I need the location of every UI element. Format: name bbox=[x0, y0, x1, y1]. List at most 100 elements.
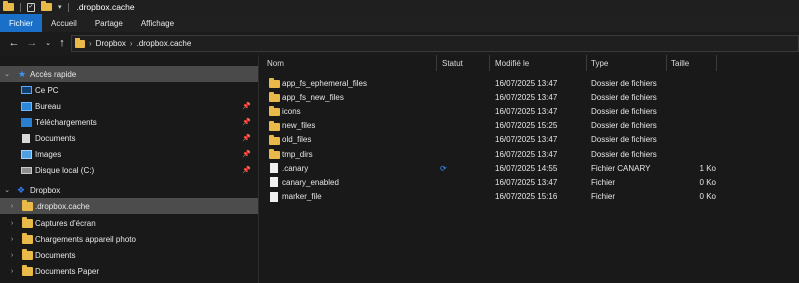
file-row[interactable]: app_fs_ephemeral_files 16/07/2025 13:47 Do… bbox=[259, 76, 799, 90]
file-modified: 16/07/2025 13:47 bbox=[495, 92, 558, 102]
folder-icon bbox=[269, 120, 280, 131]
pin-icon[interactable]: 📌 bbox=[242, 150, 251, 158]
file-type: Dossier de fichiers bbox=[591, 149, 657, 159]
breadcrumb-dropbox-cache[interactable]: .dropbox.cache bbox=[137, 39, 192, 48]
folder-icon bbox=[22, 233, 33, 244]
chevron-right-icon[interactable]: › bbox=[8, 252, 16, 259]
properties-icon[interactable]: ✓ bbox=[27, 2, 35, 12]
nav-label: Documents bbox=[35, 133, 76, 143]
column-divider[interactable] bbox=[436, 55, 437, 71]
nav-item-chargements[interactable]: › Chargements appareil photo bbox=[0, 231, 258, 247]
folder-icon bbox=[22, 217, 33, 228]
new-folder-icon[interactable] bbox=[41, 1, 52, 11]
nav-quick-access[interactable]: ⌄ ★ Accès rapide bbox=[0, 66, 258, 82]
chevron-right-icon[interactable]: › bbox=[8, 236, 16, 243]
title-bar: ✓ ▾ .dropbox.cache bbox=[0, 0, 799, 14]
nav-item-dropbox-cache[interactable]: › .dropbox.cache bbox=[0, 198, 258, 214]
folder-icon bbox=[22, 249, 33, 260]
column-type[interactable]: Type bbox=[591, 55, 608, 71]
file-row[interactable]: marker_file 16/07/2025 15:16 Fichier 0 Ko bbox=[259, 190, 799, 204]
column-name[interactable]: Nom bbox=[267, 55, 284, 71]
file-row[interactable]: .canary ⟳ 16/07/2025 14:55 Fichier CANARY 1 … bbox=[259, 161, 799, 175]
download-icon bbox=[21, 117, 32, 127]
column-modified[interactable]: Modifié le bbox=[495, 55, 529, 71]
back-arrow-icon[interactable]: ← bbox=[6, 35, 22, 51]
forward-arrow-icon[interactable]: → bbox=[24, 35, 40, 51]
column-size[interactable]: Taille bbox=[671, 55, 689, 71]
nav-item-captures[interactable]: › Captures d'écran bbox=[0, 215, 258, 231]
tab-partage[interactable]: Partage bbox=[86, 14, 132, 32]
nav-label: Documents Paper bbox=[35, 266, 100, 276]
chevron-down-icon[interactable]: ⌄ bbox=[3, 186, 11, 194]
nav-item-bureau[interactable]: Bureau 📌 bbox=[0, 98, 258, 114]
file-name: app_fs_new_files bbox=[282, 92, 344, 102]
tab-fichier[interactable]: Fichier bbox=[0, 14, 43, 32]
folder-icon bbox=[269, 106, 280, 117]
file-name: canary_enabled bbox=[282, 177, 339, 187]
nav-item-documents[interactable]: Documents 📌 bbox=[0, 130, 258, 146]
chevron-down-icon[interactable]: ⌄ bbox=[3, 70, 11, 78]
dropbox-icon: ❖ bbox=[17, 184, 26, 195]
nav-label: Téléchargements bbox=[35, 117, 97, 127]
file-row[interactable]: old_files 16/07/2025 13:47 Dossier de fich… bbox=[259, 133, 799, 147]
file-modified: 16/07/2025 14:55 bbox=[495, 163, 558, 173]
file-icon bbox=[270, 191, 278, 202]
computer-icon bbox=[21, 86, 32, 94]
file-size: 0 Ko bbox=[699, 192, 716, 202]
nav-label: Accès rapide bbox=[30, 69, 77, 79]
column-divider[interactable] bbox=[489, 55, 490, 71]
customize-quick-access-icon[interactable]: ▾ bbox=[58, 3, 62, 11]
chevron-right-icon[interactable]: › bbox=[8, 220, 16, 227]
column-divider[interactable] bbox=[666, 55, 667, 71]
folder-icon bbox=[269, 78, 280, 88]
tab-affichage[interactable]: Affichage bbox=[132, 14, 183, 32]
nav-label: Captures d'écran bbox=[35, 218, 96, 228]
pin-icon[interactable]: 📌 bbox=[242, 166, 251, 174]
folder-icon bbox=[269, 92, 280, 103]
folder-icon bbox=[22, 200, 33, 211]
column-header: Nom Statut Modifié le Type Taille bbox=[259, 55, 799, 71]
nav-item-disque-local[interactable]: Disque local (C:) 📌 bbox=[0, 162, 258, 178]
nav-item-images[interactable]: Images 📌 bbox=[0, 146, 258, 162]
address-bar[interactable]: › Dropbox › .dropbox.cache bbox=[71, 35, 799, 52]
file-type: Fichier CANARY bbox=[591, 163, 651, 173]
pin-icon[interactable]: 📌 bbox=[242, 134, 251, 142]
breadcrumb-chevron-icon[interactable]: › bbox=[89, 39, 92, 48]
breadcrumb-chevron-icon[interactable]: › bbox=[130, 39, 133, 48]
chevron-right-icon[interactable]: › bbox=[8, 203, 16, 210]
file-row[interactable]: new_files 16/07/2025 15:25 Dossier de fich… bbox=[259, 119, 799, 133]
nav-item-documents-paper[interactable]: › Documents Paper bbox=[0, 263, 258, 279]
folder-icon bbox=[75, 37, 85, 48]
breadcrumb-dropbox[interactable]: Dropbox bbox=[96, 39, 126, 48]
file-modified: 16/07/2025 13:47 bbox=[495, 149, 558, 159]
tab-accueil[interactable]: Accueil bbox=[42, 14, 86, 32]
column-status[interactable]: Statut bbox=[442, 55, 463, 71]
divider bbox=[20, 2, 21, 12]
file-row[interactable]: icons 16/07/2025 13:47 Dossier de fichiers bbox=[259, 104, 799, 118]
file-icon bbox=[270, 163, 278, 174]
file-type: Dossier de fichiers bbox=[591, 106, 657, 116]
file-name: .canary bbox=[282, 163, 309, 173]
divider bbox=[67, 2, 69, 12]
nav-dropbox[interactable]: ⌄ ❖ Dropbox bbox=[0, 182, 258, 198]
file-row[interactable]: app_fs_new_files 16/07/2025 13:47 Dossier … bbox=[259, 90, 799, 104]
nav-item-ce-pc[interactable]: Ce PC bbox=[0, 82, 258, 98]
file-modified: 16/07/2025 13:47 bbox=[495, 135, 558, 145]
column-divider[interactable] bbox=[586, 55, 587, 71]
file-modified: 16/07/2025 13:47 bbox=[495, 78, 558, 88]
file-modified: 16/07/2025 15:25 bbox=[495, 121, 558, 131]
chevron-right-icon[interactable]: › bbox=[8, 268, 16, 275]
pin-icon[interactable]: 📌 bbox=[242, 102, 251, 110]
nav-item-dropbox-documents[interactable]: › Documents bbox=[0, 247, 258, 263]
nav-label: Dropbox bbox=[30, 185, 61, 195]
file-name: tmp_dirs bbox=[282, 149, 313, 159]
pin-icon[interactable]: 📌 bbox=[242, 118, 251, 126]
nav-label: Bureau bbox=[35, 101, 61, 111]
column-divider[interactable] bbox=[716, 55, 717, 71]
file-row[interactable]: tmp_dirs 16/07/2025 13:47 Dossier de fichi… bbox=[259, 147, 799, 161]
nav-item-telechargements[interactable]: Téléchargements 📌 bbox=[0, 114, 258, 130]
file-row[interactable]: canary_enabled 16/07/2025 13:47 Fichier 0 K… bbox=[259, 175, 799, 189]
folder-icon bbox=[3, 1, 14, 11]
nav-label: Chargements appareil photo bbox=[35, 234, 136, 244]
up-arrow-icon[interactable]: ↑ bbox=[54, 35, 70, 51]
